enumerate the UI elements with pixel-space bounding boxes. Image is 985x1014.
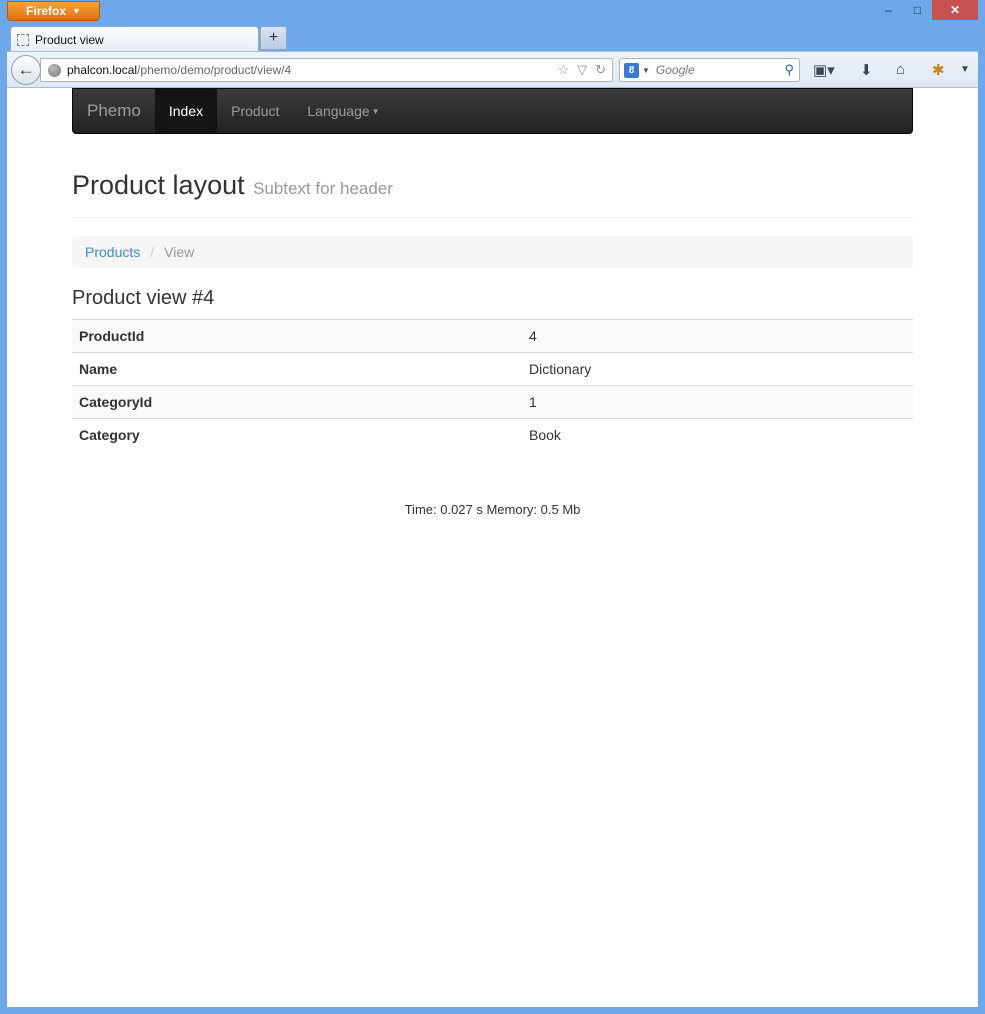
row-key: Category [72,418,522,451]
breadcrumb-link-products[interactable]: Products [85,244,140,260]
tab-title: Product view [35,32,104,47]
search-icon[interactable]: ⚲ [784,62,794,78]
url-bar[interactable]: phalcon.local/phemo/demo/product/view/4 … [40,58,613,82]
row-value: 1 [522,385,913,419]
search-placeholder: Google [655,63,695,77]
row-key: ProductId [72,319,522,353]
breadcrumb: Products / View [72,236,913,268]
home-icon[interactable]: ⌂ [896,61,905,78]
caret-down-icon: ▼ [371,106,380,116]
url-host: phalcon.local [67,63,138,77]
site-navbar: Phemo Index Product Language ▼ [72,88,913,134]
row-key: CategoryId [72,385,522,419]
navigation-toolbar: phalcon.local/phemo/demo/product/view/4 … [7,51,978,88]
reload-icon[interactable]: ↻ [595,62,606,78]
plus-icon: + [268,29,279,46]
page-subtitle: Subtext for header [253,179,393,198]
search-bar[interactable]: 8 ▼ Google ⚲ [619,58,800,82]
navbar-brand[interactable]: Phemo [73,101,155,121]
row-key: Name [72,352,522,386]
globe-icon [48,63,61,77]
row-value: Book [522,418,913,451]
firefox-menu-button[interactable]: Firefox ▼ [7,1,100,21]
nav-item-product[interactable]: Product [217,89,293,133]
row-value: 4 [522,319,913,353]
page-title: Product layout [72,170,245,200]
search-engine-caret-icon[interactable]: ▼ [642,66,650,75]
google-icon[interactable]: 8 [624,62,639,78]
nav-item-language-label: Language [307,103,370,119]
table-row: CategoryId 1 [72,385,913,419]
breadcrumb-separator: / [150,244,155,260]
browser-window: Firefox ▼ – □ ✕ Product view + phalcon.l… [0,0,985,1014]
page-footer: Time: 0.027 s Memory: 0.5 Mb [404,502,581,517]
firebug-icon[interactable]: ✱ [932,61,945,79]
bookmarks-icon[interactable]: ▣▾ [813,61,835,79]
url-path: /phemo/demo/product/view/4 [137,63,292,77]
detail-heading: Product view #4 [72,287,215,309]
minimize-button[interactable]: – [874,0,903,20]
page-viewport: Phemo Index Product Language ▼ Product l… [7,88,978,1007]
table-row: Category Book [72,418,913,451]
firefox-menu-label: Firefox [26,4,67,18]
bookmark-star-icon[interactable]: ☆ [557,62,569,78]
back-button[interactable]: ← [11,55,41,85]
nav-item-index[interactable]: Index [154,89,218,133]
breadcrumb-current: View [164,244,195,260]
history-dropdown-icon[interactable]: ▽ [577,62,587,78]
caret-down-icon: ▼ [72,6,81,16]
toolbar-menu-caret-icon[interactable]: ▼ [960,64,970,75]
new-tab-button[interactable]: + [260,26,287,50]
table-row: ProductId 4 [72,319,913,353]
browser-tab[interactable]: Product view [10,26,259,52]
download-icon[interactable]: ⬇ [860,61,873,79]
close-button[interactable]: ✕ [932,0,978,20]
row-value: Dictionary [522,352,913,386]
page-icon [17,33,29,46]
window-controls: – □ ✕ [874,0,978,20]
nav-item-language[interactable]: Language ▼ [293,89,393,133]
table-row: Name Dictionary [72,352,913,386]
restore-button[interactable]: □ [903,0,932,20]
page-header: Product layout Subtext for header [72,170,913,218]
detail-table: ProductId 4 Name Dictionary CategoryId 1… [72,319,913,451]
back-arrow-icon: ← [17,60,35,79]
